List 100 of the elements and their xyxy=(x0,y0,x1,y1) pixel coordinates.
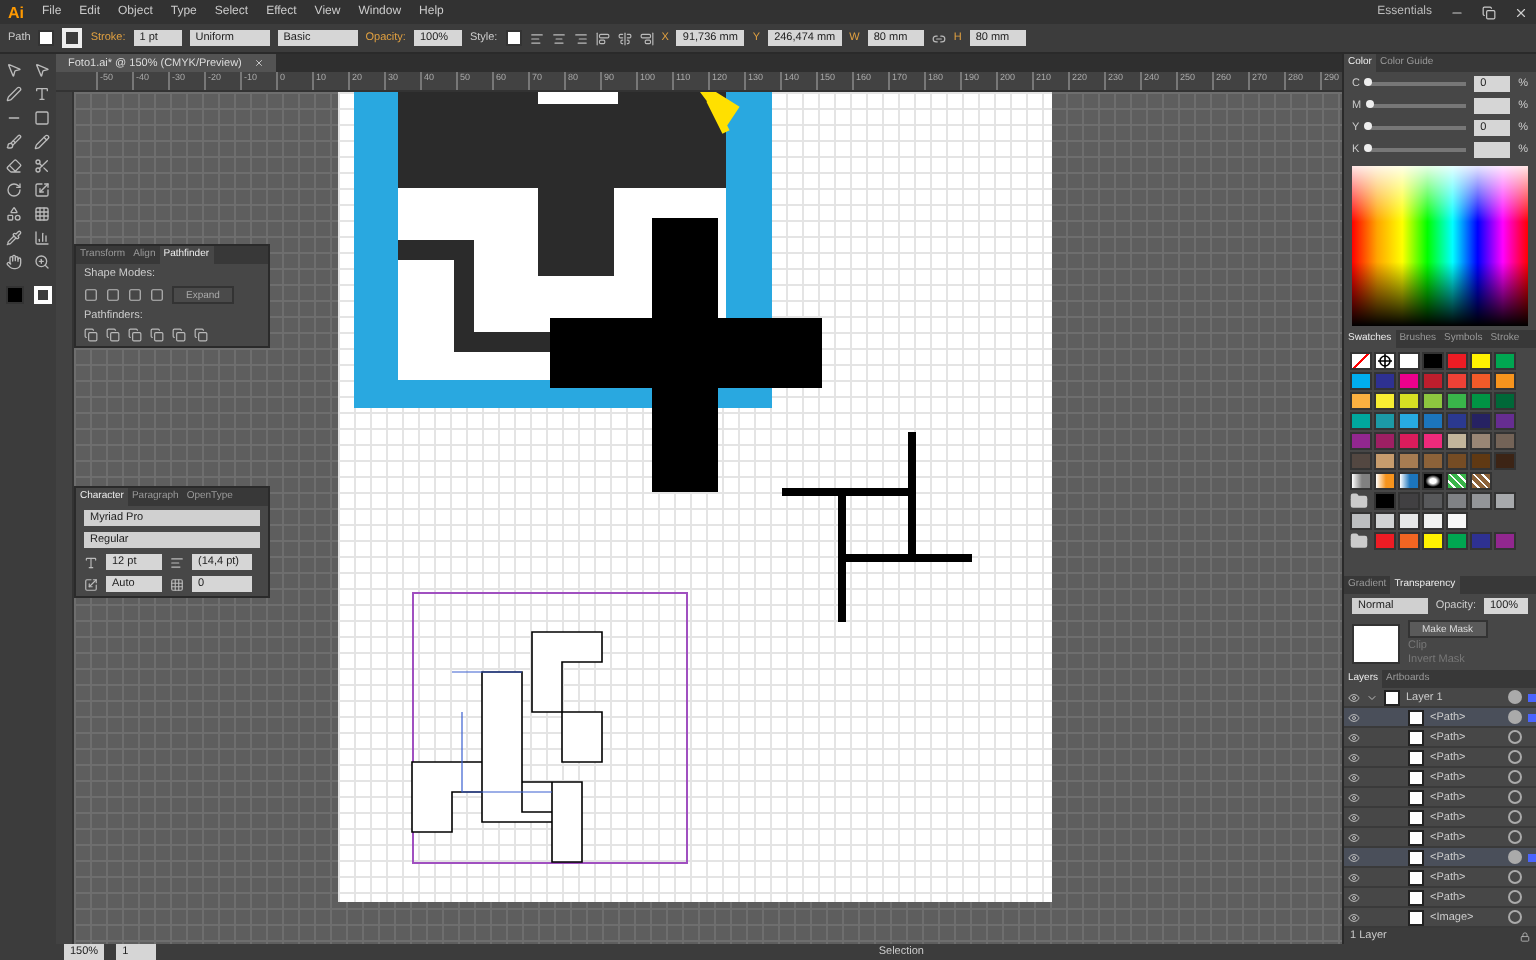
fill-color-swatch[interactable] xyxy=(5,286,23,304)
slider-thumb[interactable] xyxy=(1363,78,1372,86)
restore-icon[interactable] xyxy=(1482,5,1496,19)
color-swatch[interactable] xyxy=(1494,432,1516,450)
target-icon[interactable] xyxy=(1508,690,1522,704)
visibility-icon[interactable] xyxy=(1348,871,1360,883)
visibility-icon[interactable] xyxy=(1348,751,1360,763)
visibility-icon[interactable] xyxy=(1348,791,1360,803)
color-swatch[interactable] xyxy=(1422,372,1444,390)
folder-icon[interactable] xyxy=(1350,492,1372,510)
color-swatch[interactable] xyxy=(1470,492,1492,510)
color-swatch[interactable] xyxy=(1422,432,1444,450)
rectangle-tool[interactable] xyxy=(34,110,50,126)
color-swatch[interactable] xyxy=(1446,532,1468,550)
pattern-swatch[interactable] xyxy=(1446,472,1468,490)
color-swatch[interactable] xyxy=(1398,452,1420,470)
visibility-icon[interactable] xyxy=(1348,811,1360,823)
color-swatch[interactable] xyxy=(1494,352,1516,370)
eyedropper-tool[interactable] xyxy=(6,230,22,246)
color-swatch[interactable] xyxy=(1446,412,1468,430)
none-swatch[interactable] xyxy=(1350,352,1372,370)
registration-swatch[interactable] xyxy=(1374,352,1396,370)
folder-icon[interactable] xyxy=(1350,532,1372,550)
color-spectrum[interactable] xyxy=(1352,166,1528,326)
color-swatch[interactable] xyxy=(1422,492,1444,510)
color-swatch[interactable] xyxy=(1398,352,1420,370)
color-swatch[interactable] xyxy=(1398,432,1420,450)
rotate-tool[interactable] xyxy=(6,182,22,198)
stroke-color-swatch[interactable] xyxy=(33,286,51,304)
color-swatch[interactable] xyxy=(1470,392,1492,410)
color-swatch[interactable] xyxy=(1422,392,1444,410)
visibility-icon[interactable] xyxy=(1348,771,1360,783)
color-swatch[interactable] xyxy=(1350,372,1372,390)
visibility-icon[interactable] xyxy=(1348,731,1360,743)
color-swatch[interactable] xyxy=(1374,412,1396,430)
color-swatch[interactable] xyxy=(1470,372,1492,390)
slider-thumb[interactable] xyxy=(1365,100,1374,108)
color-swatch[interactable] xyxy=(1398,532,1420,550)
selection-tool[interactable] xyxy=(6,62,22,78)
color-swatch[interactable] xyxy=(1398,372,1420,390)
align-bottom-icon[interactable] xyxy=(639,31,654,45)
color-swatch[interactable] xyxy=(1494,372,1516,390)
color-swatch[interactable] xyxy=(1350,432,1372,450)
visibility-icon[interactable] xyxy=(1348,911,1360,923)
paintbrush-tool[interactable] xyxy=(6,134,22,150)
color-swatch[interactable] xyxy=(1470,352,1492,370)
color-swatch[interactable] xyxy=(1446,512,1468,530)
shape-builder-tool[interactable] xyxy=(6,206,22,222)
visibility-icon[interactable] xyxy=(1348,831,1360,843)
color-swatch[interactable] xyxy=(1446,392,1468,410)
color-swatch[interactable] xyxy=(1374,532,1396,550)
fill-swatch[interactable] xyxy=(38,30,55,46)
color-swatch[interactable] xyxy=(1422,452,1444,470)
color-swatch[interactable] xyxy=(1446,452,1468,470)
graph-tool[interactable] xyxy=(34,230,50,246)
color-swatch[interactable] xyxy=(1374,452,1396,470)
color-swatch[interactable] xyxy=(1494,452,1516,470)
color-swatch[interactable] xyxy=(1470,412,1492,430)
align-top-icon[interactable] xyxy=(595,31,610,45)
color-swatch[interactable] xyxy=(1494,532,1516,550)
color-swatch[interactable] xyxy=(1398,512,1420,530)
pen-tool[interactable] xyxy=(6,86,22,102)
gradient-swatch[interactable] xyxy=(1374,472,1396,490)
color-swatch[interactable] xyxy=(1446,492,1468,510)
color-swatch[interactable] xyxy=(1422,532,1444,550)
direct-selection-tool[interactable] xyxy=(34,62,50,78)
channel-field[interactable] xyxy=(1474,98,1511,114)
scale-tool[interactable] xyxy=(34,182,50,198)
color-swatch[interactable] xyxy=(1374,512,1396,530)
gradient-swatch[interactable] xyxy=(1398,472,1420,490)
color-swatch[interactable] xyxy=(1374,372,1396,390)
color-swatch[interactable] xyxy=(1350,452,1372,470)
color-swatch[interactable] xyxy=(1446,432,1468,450)
stroke-swatch[interactable] xyxy=(62,28,83,48)
align-right-icon[interactable] xyxy=(573,31,588,45)
color-swatch[interactable] xyxy=(1446,352,1468,370)
eraser-tool[interactable] xyxy=(6,158,22,174)
hand-tool[interactable] xyxy=(6,254,22,270)
gradient-swatch[interactable] xyxy=(1350,472,1372,490)
visibility-icon[interactable] xyxy=(1348,691,1360,703)
style-swatch[interactable] xyxy=(505,30,522,46)
color-swatch[interactable] xyxy=(1398,392,1420,410)
color-swatch[interactable] xyxy=(1470,452,1492,470)
visibility-icon[interactable] xyxy=(1348,891,1360,903)
gradient-swatch[interactable] xyxy=(1422,472,1444,490)
type-tool[interactable] xyxy=(34,86,50,102)
channel-field[interactable] xyxy=(1474,142,1511,158)
color-swatch[interactable] xyxy=(1422,512,1444,530)
slider-thumb[interactable] xyxy=(1363,122,1372,130)
color-swatch[interactable] xyxy=(1350,392,1372,410)
color-swatch[interactable] xyxy=(1470,532,1492,550)
color-swatch[interactable] xyxy=(1494,412,1516,430)
pencil-tool[interactable] xyxy=(34,134,50,150)
color-swatch[interactable] xyxy=(1374,492,1396,510)
color-swatch[interactable] xyxy=(1446,372,1468,390)
visibility-icon[interactable] xyxy=(1348,711,1360,723)
color-swatch[interactable] xyxy=(1494,392,1516,410)
align-left-icon[interactable] xyxy=(529,31,544,45)
mesh-tool[interactable] xyxy=(34,206,50,222)
color-swatch[interactable] xyxy=(1350,512,1372,530)
